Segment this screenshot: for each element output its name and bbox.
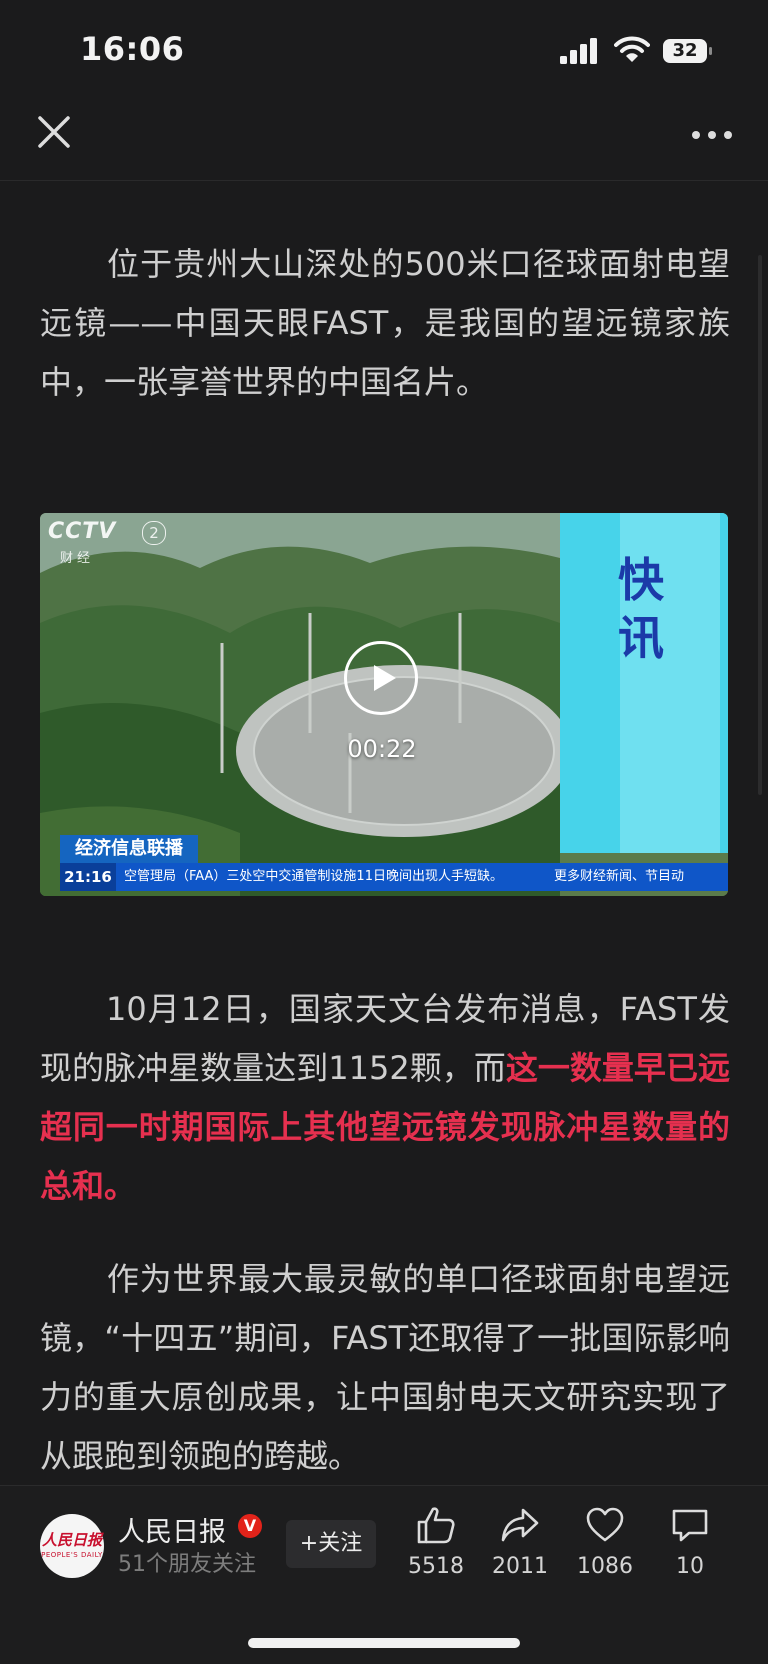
signal-icon xyxy=(560,38,597,64)
flash-label: 快讯 xyxy=(618,553,664,665)
wifi-icon xyxy=(614,36,650,62)
favorite-count: 1086 xyxy=(577,1554,633,1579)
share-count: 2011 xyxy=(492,1554,548,1579)
play-icon[interactable] xyxy=(344,641,418,715)
comment-count: 10 xyxy=(676,1554,704,1579)
share-button[interactable]: 2011 xyxy=(478,1504,562,1584)
home-indicator[interactable] xyxy=(248,1638,520,1648)
avatar-logo-subtext: PEOPLE'S DAILY xyxy=(41,1551,103,1559)
article-paragraph-1: 位于贵州大山深处的500米口径球面射电望远镜——中国天眼FAST，是我国的望远镜… xyxy=(40,235,730,412)
nav-bar xyxy=(0,100,768,181)
paragraph-1-text: 位于贵州大山深处的500米口径球面射电望远镜——中国天眼FAST，是我国的望远镜… xyxy=(40,245,730,401)
paragraph-3-text: 作为世界最大最灵敏的单口径球面射电望远镜，“十四五”期间，FAST还取得了一批国… xyxy=(40,1260,730,1475)
comment-button[interactable]: 10 xyxy=(648,1504,732,1584)
ticker-text: 空管理局（FAA）三处空中交通管制设施11日晚间出现人手短缺。 xyxy=(124,869,503,884)
friends-following-count: 51个朋友关注 xyxy=(118,1552,256,1577)
thumbs-up-icon xyxy=(417,1507,455,1544)
close-icon[interactable] xyxy=(36,114,72,150)
battery-level: 32 xyxy=(672,40,698,61)
channel-logo: CCTV xyxy=(48,519,117,544)
more-icon[interactable] xyxy=(690,123,734,147)
video-duration: 00:22 xyxy=(347,735,417,763)
status-time: 16:06 xyxy=(80,30,185,68)
battery-icon: 32 xyxy=(662,36,714,66)
video-player[interactable]: CCTV 2 财经 快讯 00:22 经济信息联播 21:16 空管理局（FAA… xyxy=(40,513,728,896)
channel-number: 2 xyxy=(142,521,166,545)
article-paragraph-2: 10月12日，国家天文台发布消息，FAST发现的脉冲星数量达到1152颗，而这一… xyxy=(40,980,730,1216)
ticker-text-right: 更多财经新闻、节目动 xyxy=(554,869,685,884)
ticker-time: 21:16 xyxy=(60,863,116,891)
follow-button[interactable]: +关注 xyxy=(286,1520,376,1568)
account-name[interactable]: 人民日报 xyxy=(118,1510,226,1549)
program-tag: 经济信息联播 xyxy=(60,835,198,863)
verified-badge: V xyxy=(238,1514,262,1538)
favorite-button[interactable]: 1086 xyxy=(563,1504,647,1584)
like-button[interactable]: 5518 xyxy=(394,1504,478,1584)
like-count: 5518 xyxy=(408,1554,464,1579)
scroll-indicator[interactable] xyxy=(758,255,762,795)
comment-icon xyxy=(672,1509,708,1542)
status-bar: 16:06 32 xyxy=(0,0,768,100)
channel-sub: 财经 xyxy=(60,551,95,566)
share-icon xyxy=(501,1508,539,1542)
article-paragraph-3: 作为世界最大最灵敏的单口径球面射电望远镜，“十四五”期间，FAST还取得了一批国… xyxy=(40,1250,730,1486)
avatar-logo-text: 人民日报 xyxy=(41,1531,102,1549)
heart-icon xyxy=(586,1507,624,1542)
